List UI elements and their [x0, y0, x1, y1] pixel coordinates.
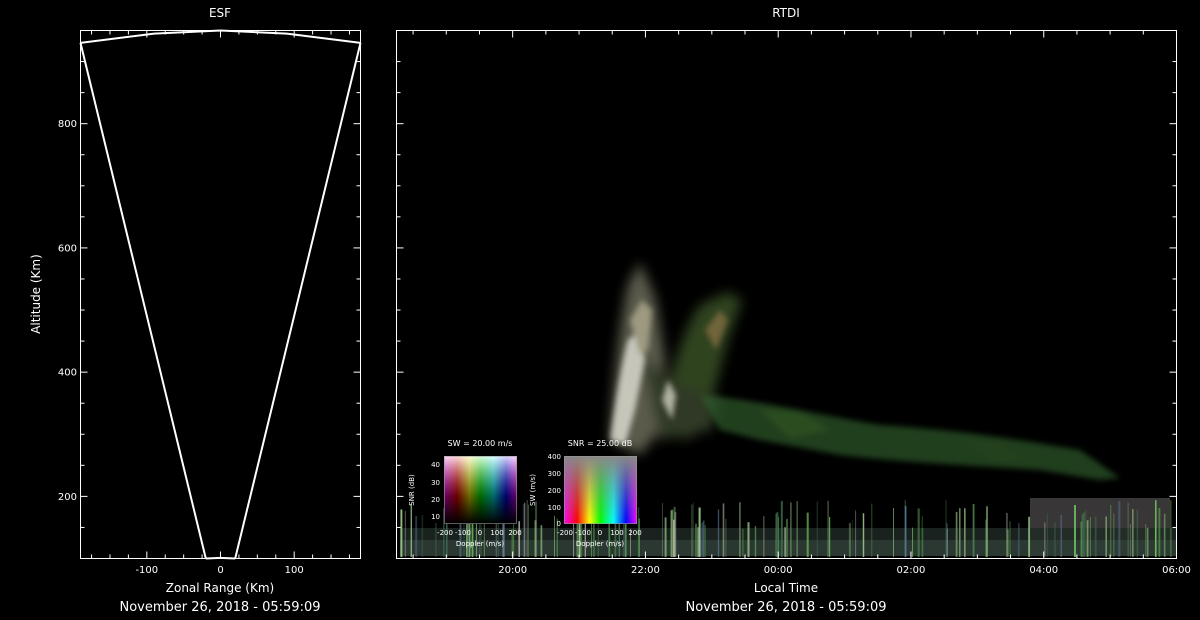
legend-sw-y-label: SNR (dB) [408, 474, 416, 506]
legend-sw-y-tick: 40 [431, 461, 440, 469]
legend-sw-title: SW = 20.00 m/s [448, 439, 513, 448]
legend-sw-x-tick: -100 [455, 529, 471, 537]
legend-snr-title: SNR = 25.00 dB [568, 439, 632, 448]
legend-sw-y-tick: 10 [431, 513, 440, 521]
esf-plot-area [79, 29, 362, 560]
esf-y-tick-label: 200 [58, 492, 77, 503]
esf-x-tick-label: -100 [135, 565, 158, 576]
legend-sw-y-tick: 20 [431, 496, 440, 504]
rtdi-x-tick-label: 00:00 [764, 565, 793, 576]
esf-x-tick-labels: -100 0 100 [135, 565, 303, 576]
rtdi-x-tick-label: 06:00 [1162, 565, 1191, 576]
esf-y-tick-labels: 200 400 600 800 [58, 119, 77, 503]
esf-x-tick-label: 0 [217, 565, 223, 576]
esf-title: ESF [209, 6, 231, 20]
legend-sw-y-tick: 30 [431, 479, 440, 487]
esf-frame [80, 30, 361, 559]
rtdi-x-tick-label: 04:00 [1029, 565, 1058, 576]
esf-x-axis-label: Zonal Range (Km) [166, 581, 274, 595]
rtdi-x-tick-label: 22:00 [631, 565, 660, 576]
esf-y-axis-label: Altitude (Km) [29, 254, 43, 334]
esf-y-tick-label: 800 [58, 119, 77, 130]
legend-sw-x-tick: -200 [437, 529, 453, 537]
figure: ESF -100 0 100 200 400 600 800 Zonal Ran… [29, 6, 1191, 615]
esf-y-tick-label: 600 [58, 243, 77, 254]
esf-footer-timestamp: November 26, 2018 - 05:59:09 [120, 600, 321, 615]
esf-fan-line [205, 556, 236, 560]
legend-snr-x-tick: 0 [598, 529, 602, 537]
legend-sw-x-tick: 200 [508, 529, 521, 537]
esf-fan-line [234, 42, 362, 559]
legend-snr-y-tick: 0 [557, 520, 561, 528]
rtdi-x-axis-label: Local Time [754, 581, 818, 595]
legend-snr-x-label: Doppler (m/s) [576, 540, 624, 548]
rtdi-footer-timestamp: November 26, 2018 - 05:59:09 [686, 600, 887, 615]
legend-sw-x-tick: 0 [478, 529, 482, 537]
esf-ticks [80, 30, 361, 559]
esf-panel: ESF -100 0 100 200 400 600 800 Zonal Ran… [29, 6, 362, 615]
legend-snr-y-tick: 100 [548, 504, 561, 512]
rtdi-trailing-layer [700, 395, 1120, 480]
legend-snr-x-tick: 200 [628, 529, 641, 537]
legend-snr-x-tick: -100 [575, 529, 591, 537]
esf-fan-line [79, 42, 207, 559]
legend-snr-x-tick: -200 [557, 529, 573, 537]
rtdi-x-tick-label: 02:00 [897, 565, 926, 576]
legend-snr-y-tick: 200 [548, 487, 561, 495]
legend-sw-x-tick: 100 [490, 529, 503, 537]
legend-snr-y-label: SW (m/s) [529, 474, 537, 506]
legend-snr-y-tick: 300 [548, 470, 561, 478]
rtdi-panel: RTDI 20:00 22:00 00:00 02:00 04:00 06:00… [396, 6, 1191, 615]
rtdi-title: RTDI [772, 6, 800, 20]
rtdi-x-tick-labels: 20:00 22:00 00:00 02:00 04:00 06:00 [498, 565, 1191, 576]
esf-x-tick-label: 100 [285, 565, 304, 576]
rtdi-x-tick-label: 20:00 [498, 565, 527, 576]
esf-y-tick-label: 400 [58, 368, 77, 379]
legend-snr-y-tick: 400 [548, 453, 561, 461]
legend-snr-x-tick: 100 [610, 529, 623, 537]
legend-sw-x-label: Doppler (m/s) [456, 540, 504, 548]
